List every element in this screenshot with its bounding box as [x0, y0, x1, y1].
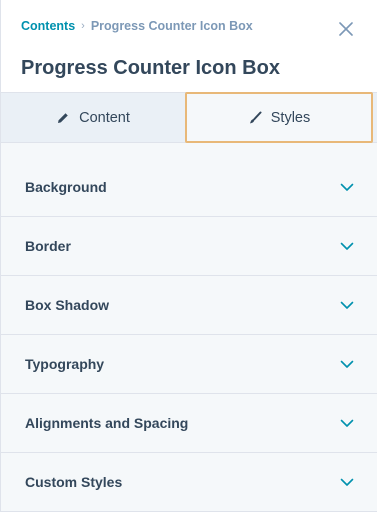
section-border[interactable]: Border — [1, 217, 377, 276]
chevron-down-icon — [340, 419, 354, 428]
section-label: Custom Styles — [25, 474, 123, 490]
section-custom-styles[interactable]: Custom Styles — [1, 453, 377, 512]
chevron-right-icon: › — [81, 20, 85, 32]
chevron-down-icon — [340, 301, 354, 310]
chevron-down-icon — [340, 242, 354, 251]
editor-tabs: Content Styles — [1, 92, 377, 143]
chevron-down-icon — [340, 183, 354, 192]
section-label: Box Shadow — [25, 297, 110, 313]
section-label: Border — [25, 238, 71, 254]
tab-content[interactable]: Content — [1, 93, 185, 142]
page-title: Progress Counter Icon Box — [21, 57, 280, 79]
chevron-down-icon — [340, 360, 354, 369]
chevron-down-icon — [340, 478, 354, 487]
panel-header: Contents › Progress Counter Icon Box Pro… — [1, 0, 377, 92]
section-background[interactable]: Background — [1, 143, 377, 217]
section-box-shadow[interactable]: Box Shadow — [1, 276, 377, 335]
module-editor-panel: Contents › Progress Counter Icon Box Pro… — [0, 0, 377, 512]
section-alignments-spacing[interactable]: Alignments and Spacing — [1, 394, 377, 453]
tab-styles-label: Styles — [270, 109, 311, 126]
tab-content-label: Content — [79, 109, 130, 126]
close-icon[interactable] — [339, 22, 355, 38]
style-sections: Background Border Box Shadow Typography … — [1, 143, 377, 512]
brush-icon — [248, 111, 262, 125]
section-label: Alignments and Spacing — [25, 415, 189, 431]
breadcrumb: Contents › Progress Counter Icon Box — [21, 18, 357, 34]
section-label: Background — [25, 179, 107, 195]
section-label: Typography — [25, 356, 105, 372]
breadcrumb-current: Progress Counter Icon Box — [90, 19, 253, 33]
section-typography[interactable]: Typography — [1, 335, 377, 394]
breadcrumb-contents-link[interactable]: Contents — [21, 18, 75, 34]
pencil-icon — [56, 111, 70, 125]
tab-styles[interactable]: Styles — [185, 92, 373, 143]
